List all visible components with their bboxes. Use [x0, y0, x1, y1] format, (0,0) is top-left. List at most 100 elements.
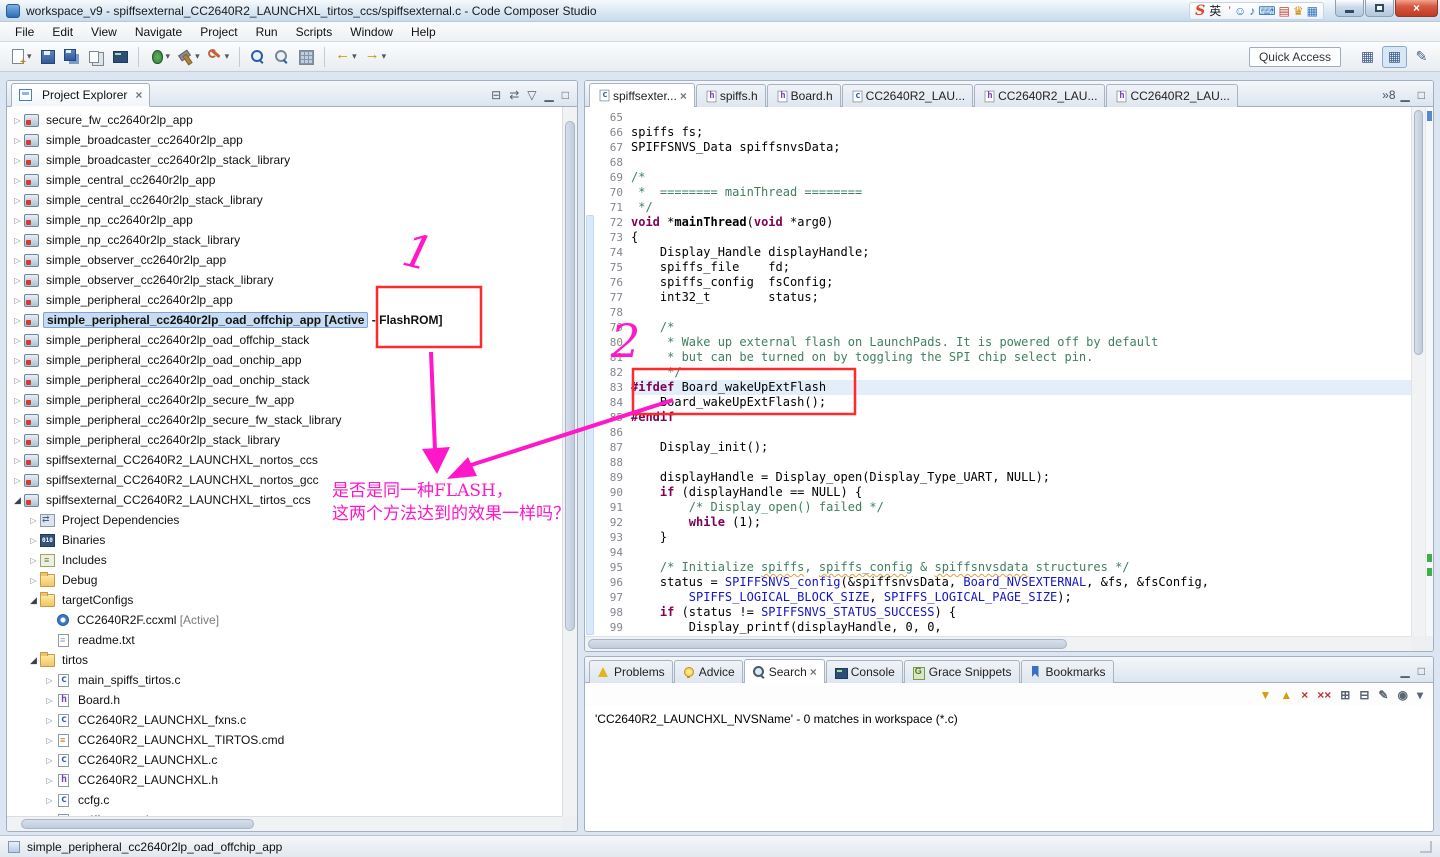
expand-toggle-icon[interactable]: ▷ [11, 356, 24, 365]
open-perspective-button[interactable]: ▦ [1355, 46, 1380, 68]
show-console-button[interactable] [108, 45, 131, 69]
search-button[interactable] [246, 45, 269, 69]
code-line[interactable]: 95 /* Initialize spiffs, spiffs_config &… [585, 560, 1411, 575]
tree-item[interactable]: ▷ CC2640R2_LAUNCHXL.c [7, 750, 562, 770]
tree-item[interactable]: ▷ CC2640R2_LAUNCHXL.h [7, 770, 562, 790]
tree-item[interactable]: readme.txt [7, 630, 562, 650]
code-line[interactable]: 82 */ [585, 365, 1411, 380]
link-with-editor-icon[interactable]: ⇄ [509, 89, 519, 101]
bottom-tab-grace-snippets[interactable]: Grace Snippets [903, 660, 1020, 683]
expand-toggle-icon[interactable]: ▷ [27, 536, 40, 545]
tree-item[interactable]: ◢ targetConfigs [7, 590, 562, 610]
next-match-button[interactable]: ▼ [1259, 689, 1271, 701]
tree-item[interactable]: ▷ simple_broadcaster_cc2640r2lp_app [7, 130, 562, 150]
code-line[interactable]: 66 spiffs fs; [585, 125, 1411, 140]
code-line[interactable]: 91 /* Display_open() failed */ [585, 500, 1411, 515]
explorer-vertical-scrollbar[interactable] [562, 107, 577, 816]
code-line[interactable]: 92 while (1); [585, 515, 1411, 530]
code-line[interactable]: 89 displayHandle = Display_open(Display_… [585, 470, 1411, 485]
expand-toggle-icon[interactable]: ▷ [11, 256, 24, 265]
overview-mark[interactable] [1427, 568, 1432, 576]
expand-toggle-icon[interactable]: ▷ [11, 136, 24, 145]
tree-item[interactable]: ▷ simple_peripheral_cc2640r2lp_oad_offchi… [7, 310, 562, 330]
code-line[interactable]: 79 /* [585, 320, 1411, 335]
code-line[interactable]: 71 */ [585, 200, 1411, 215]
minimize-view-icon[interactable]: ▁ [1401, 89, 1410, 101]
tree-item[interactable]: ▷ simple_peripheral_cc2640r2lp_oad_onchip… [7, 370, 562, 390]
tree-item[interactable]: ▷ Project Dependencies [7, 510, 562, 530]
menu-item-navigate[interactable]: Navigate [126, 23, 191, 41]
code-line[interactable]: 87 Display_init(); [585, 440, 1411, 455]
open-resource-button[interactable] [294, 45, 317, 69]
code-line[interactable]: 77 int32_t status; [585, 290, 1411, 305]
menu-item-edit[interactable]: Edit [43, 23, 82, 41]
tree-item[interactable]: ◢ spiffsexternal_CC2640R2_LAUNCHXL_tirtos… [7, 490, 562, 510]
run-search-again-button[interactable]: ✎ [1378, 689, 1388, 701]
code-line[interactable]: 85 #endif [585, 410, 1411, 425]
code-line[interactable]: 93 } [585, 530, 1411, 545]
menu-item-window[interactable]: Window [341, 23, 402, 41]
expand-toggle-icon[interactable]: ▷ [11, 416, 24, 425]
tree-item[interactable]: ▷ ccfg.c [7, 790, 562, 810]
collapse-toggle-icon[interactable]: ◢ [27, 655, 40, 666]
dropdown-arrow-icon[interactable]: ▾ [27, 51, 32, 62]
forward-button[interactable]: ▾ [361, 45, 390, 69]
remove-match-button[interactable]: × [1301, 689, 1308, 701]
collapse-all-icon[interactable]: ⊟ [491, 89, 501, 101]
line-number[interactable]: 69 [585, 170, 631, 185]
ccs-edit-perspective-button[interactable]: ▦ [1382, 45, 1407, 68]
scrollbar-thumb[interactable] [1414, 110, 1423, 355]
minimize-view-icon[interactable]: ▁ [1401, 665, 1410, 677]
tree-item[interactable]: ▷ simple_peripheral_cc2640r2lp_app [7, 290, 562, 310]
minimize-view-icon[interactable]: ▁ [545, 89, 554, 101]
menu-item-file[interactable]: File [6, 23, 43, 41]
code-line[interactable]: 86 [585, 425, 1411, 440]
expand-toggle-icon[interactable]: ▷ [11, 436, 24, 445]
close-tab-icon[interactable]: × [680, 89, 687, 103]
dropdown-arrow-icon[interactable]: ▾ [166, 51, 171, 62]
expand-toggle-icon[interactable]: ▷ [43, 716, 56, 725]
code-editor[interactable]: 65 66 spiffs fs; 67 SPIFFSNVS_Data spiffsnvs… [585, 107, 1411, 636]
tree-item[interactable]: CC2640R2F.ccxml [Active] [7, 610, 562, 630]
tree-item[interactable]: ▷ simple_peripheral_cc2640r2lp_oad_onchip… [7, 350, 562, 370]
tree-item[interactable]: ▷ main_spiffs_tirtos.c [7, 670, 562, 690]
ime-emoji-icon[interactable]: ☺ [1234, 4, 1246, 18]
previous-match-button[interactable]: ▲ [1280, 689, 1292, 701]
ccs-debug-perspective-button[interactable]: ✎ [1409, 46, 1434, 68]
save-all-button[interactable] [60, 45, 83, 69]
overview-mark[interactable] [1427, 554, 1432, 562]
line-number[interactable]: 66 [585, 125, 631, 140]
expand-toggle-icon[interactable]: ▷ [43, 696, 56, 705]
ime-mode-label[interactable]: 英 [1209, 2, 1221, 19]
tree-item[interactable]: ▷ simple_observer_cc2640r2lp_app [7, 250, 562, 270]
code-line[interactable]: 70 * ======== mainThread ======== [585, 185, 1411, 200]
expand-toggle-icon[interactable]: ▷ [43, 756, 56, 765]
code-line[interactable]: 76 spiffs_config fsConfig; [585, 275, 1411, 290]
tree-item[interactable]: ▷ simple_peripheral_cc2640r2lp_stack_libr… [7, 430, 562, 450]
editor-tab[interactable]: Board.h [766, 84, 841, 107]
expand-toggle-icon[interactable]: ▷ [43, 676, 56, 685]
scrollbar-thumb[interactable] [21, 819, 255, 829]
debug-button[interactable]: ▾ [145, 45, 174, 69]
close-view-icon[interactable]: × [135, 88, 142, 102]
code-line[interactable]: 94 [585, 545, 1411, 560]
collapse-all-button[interactable]: ⊟ [1359, 689, 1369, 701]
expand-toggle-icon[interactable]: ▷ [11, 236, 24, 245]
expand-toggle-icon[interactable]: ▷ [27, 576, 40, 585]
maximize-view-icon[interactable]: □ [562, 89, 569, 101]
view-menu-button[interactable]: ▾ [1417, 689, 1423, 701]
tree-item[interactable]: ▷ simple_peripheral_cc2640r2lp_oad_offchi… [7, 330, 562, 350]
copy-button[interactable] [84, 45, 107, 69]
code-line[interactable]: 78 [585, 305, 1411, 320]
code-line[interactable]: 65 [585, 110, 1411, 125]
line-number[interactable]: 70 [585, 185, 631, 200]
tree-item[interactable]: ▷ simple_central_cc2640r2lp_app [7, 170, 562, 190]
expand-toggle-icon[interactable]: ▷ [11, 296, 24, 305]
maximize-window-button[interactable] [1365, 0, 1394, 17]
overview-mark[interactable] [1427, 111, 1432, 121]
editor-tab[interactable]: spiffsexter...× [589, 83, 695, 107]
editor-tab[interactable]: spiffs.h [695, 84, 766, 107]
tree-item[interactable]: ▷ CC2640R2_LAUNCHXL_fxns.c [7, 710, 562, 730]
bottom-tab-bookmarks[interactable]: Bookmarks [1020, 660, 1114, 683]
tree-item[interactable]: ▷ simple_broadcaster_cc2640r2lp_stack_lib… [7, 150, 562, 170]
